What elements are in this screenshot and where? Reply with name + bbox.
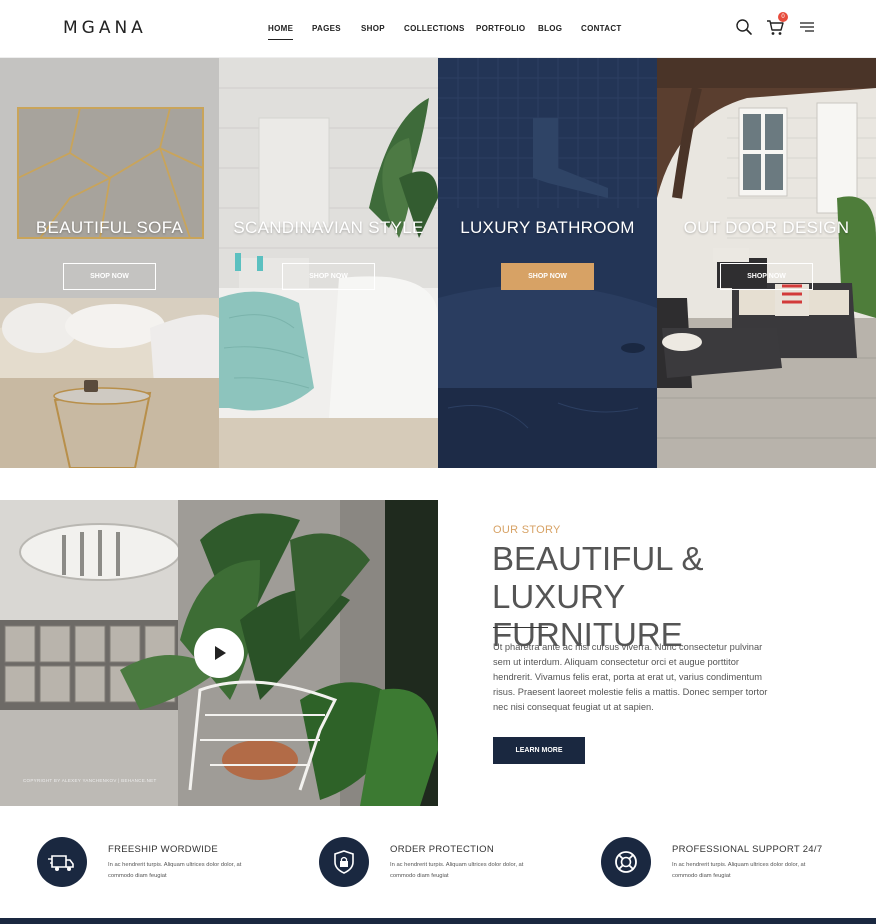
shop-now-button[interactable]: SHOP NOW — [720, 263, 813, 290]
nav-shop[interactable]: SHOP — [361, 24, 385, 33]
feature-text: In ac hendrerit turpis. Aliquam ultrices… — [672, 862, 806, 879]
story-title: BEAUTIFUL & LUXURY FURNITURE — [492, 540, 704, 653]
play-icon — [215, 646, 226, 660]
feature-icon-circle — [319, 837, 369, 887]
nav-contact[interactable]: CONTACT — [581, 24, 622, 33]
footer-bar — [0, 918, 876, 924]
panel-title: LUXURY BATHROOM — [460, 218, 635, 237]
hero-banner: BEAUTIFUL SOFA SHOP NOW SCANDINAVIAN STY… — [0, 58, 876, 468]
nav-blog[interactable]: BLOG — [538, 24, 562, 33]
play-video-button[interactable] — [194, 628, 244, 678]
lifebuoy-icon — [615, 851, 637, 873]
panel-title: BEAUTIFUL SOFA — [35, 218, 184, 237]
feature-icon-circle — [37, 837, 87, 887]
shop-now-button[interactable]: SHOP NOW — [63, 263, 156, 290]
truck-icon — [48, 855, 74, 871]
story-eyebrow: OUR STORY — [493, 524, 561, 536]
story-divider — [493, 627, 548, 628]
nav-collections[interactable]: COLLECTIONS — [404, 24, 465, 33]
menu-icon[interactable] — [799, 18, 819, 38]
panel-title: SCANDINAVIAN STYLE — [233, 218, 424, 237]
nav-home[interactable]: HOME — [268, 24, 294, 40]
nav-portfolio[interactable]: PORTFOLIO — [476, 24, 525, 33]
shield-lock-icon — [334, 850, 354, 874]
shop-now-button[interactable]: SHOP NOW — [282, 263, 375, 290]
image-credit: COPYRIGHT BY ALEXEY YANCHENKOV | BEHANCE… — [23, 778, 157, 783]
feature-text: In ac hendrerit turpis. Aliquam ultrices… — [108, 862, 242, 879]
hero-panel-bathroom[interactable]: LUXURY BATHROOM SHOP NOW — [438, 58, 657, 468]
feature-title: ORDER PROTECTION — [390, 844, 495, 855]
hero-panel-scandinavian[interactable]: SCANDINAVIAN STYLE SHOP NOW — [219, 58, 438, 468]
cart-count-badge: 0 — [778, 12, 788, 22]
feature-title: PROFESSIONAL SUPPORT 24/7 — [672, 844, 823, 855]
site-header: MGANA HOME PAGES SHOP COLLECTIONS PORTFO… — [0, 0, 876, 58]
nav-pages[interactable]: PAGES — [312, 24, 341, 33]
feature-icon-circle — [601, 837, 651, 887]
hero-panel-sofa[interactable]: BEAUTIFUL SOFA SHOP NOW — [0, 58, 219, 468]
feature-title: FREESHIP WORDWIDE — [108, 844, 218, 855]
learn-more-button[interactable]: LEARN MORE — [493, 737, 585, 764]
feature-text: In ac hendrerit turpis. Aliquam ultrices… — [390, 862, 524, 879]
story-video[interactable]: COPYRIGHT BY ALEXEY YANCHENKOV | BEHANCE… — [0, 500, 438, 806]
story-body: Ut pharetra ante ac nisl cursus viverra.… — [493, 642, 768, 712]
search-icon[interactable] — [735, 18, 755, 38]
panel-title: OUT DOOR DESIGN — [683, 218, 850, 237]
hero-panel-outdoor[interactable]: OUT DOOR DESIGN SHOP NOW — [657, 58, 876, 468]
shop-now-button[interactable]: SHOP NOW — [501, 263, 594, 290]
